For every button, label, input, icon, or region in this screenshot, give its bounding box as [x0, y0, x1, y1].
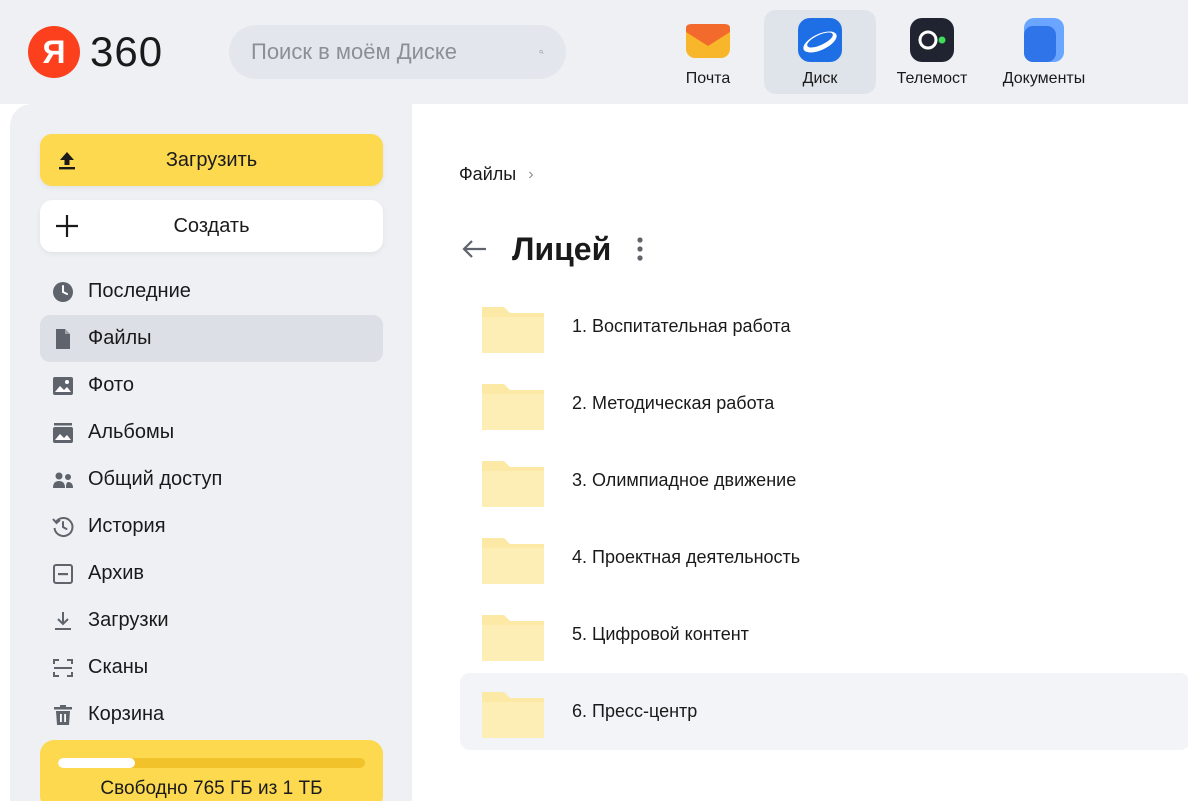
folder-icon — [482, 537, 544, 584]
sidebar-item-label: Общий доступ — [88, 468, 223, 490]
folder-row[interactable]: 3. Олимпиадное движение — [460, 442, 1188, 519]
folder-name: 2. Методическая работа — [572, 393, 775, 413]
clock-icon — [53, 281, 73, 302]
folder-name: 1. Воспитательная работа — [572, 316, 791, 336]
sidebar-item-label: Корзина — [88, 703, 165, 725]
storage-progress-bar — [58, 758, 365, 768]
sidebar-item-label: Последние — [88, 280, 191, 302]
folder-icon — [482, 691, 544, 738]
folder-name: 4. Проектная деятельность — [572, 547, 801, 567]
app-documents[interactable]: Документы — [988, 10, 1100, 94]
folder-row[interactable]: 2. Методическая работа — [460, 365, 1188, 442]
upload-icon — [59, 152, 75, 170]
sidebar-item-downloads[interactable]: Загрузки — [40, 597, 383, 644]
file-icon — [56, 328, 70, 349]
sidebar-item-label: Сканы — [88, 656, 149, 678]
app-switcher: Почта Диск Телемост Документы — [652, 10, 1100, 94]
sidebar-nav: Последние Файлы Фото Альбомы Общий досту… — [40, 268, 383, 738]
folder-row[interactable]: 5. Цифровой контент — [460, 596, 1188, 673]
create-button-label: Создать — [173, 214, 250, 237]
photo-icon — [53, 376, 73, 395]
create-button[interactable]: Создать — [40, 200, 383, 252]
documents-app-icon — [1024, 18, 1064, 62]
sidebar-item-label: История — [88, 515, 166, 537]
folder-name: 5. Цифровой контент — [572, 624, 749, 644]
storage-widget[interactable]: Свободно 765 ГБ из 1 ТБ — [40, 740, 383, 801]
plus-icon — [56, 215, 78, 237]
breadcrumb: Файлы › — [459, 164, 534, 185]
sidebar-item-photo[interactable]: Фото — [40, 362, 383, 409]
sidebar-item-label: Фото — [88, 374, 134, 396]
history-icon — [52, 516, 74, 537]
telemost-app-icon — [910, 18, 954, 62]
app-telemost[interactable]: Телемост — [876, 10, 988, 94]
sidebar-item-label: Загрузки — [88, 609, 169, 631]
shared-icon — [53, 472, 73, 488]
title-row: Лицей — [460, 226, 645, 272]
folder-icon — [482, 460, 544, 507]
search-box[interactable] — [229, 25, 566, 79]
yandex-logo-icon: Я — [28, 26, 80, 78]
sidebar-item-scans[interactable]: Сканы — [40, 644, 383, 691]
top-header: Я 360 Почта Диск — [0, 0, 1188, 104]
folder-row[interactable]: 4. Проектная деятельность — [460, 519, 1188, 596]
trash-icon — [54, 704, 72, 725]
mail-app-icon — [686, 24, 730, 58]
search-input[interactable] — [251, 39, 539, 65]
yandex-360-logo[interactable]: Я 360 — [28, 26, 163, 78]
breadcrumb-separator: › — [528, 165, 534, 183]
app-label-disk: Диск — [802, 70, 838, 87]
folder-list: 1. Воспитательная работа 2. Методическая… — [460, 288, 1188, 750]
folder-icon — [482, 383, 544, 430]
main-content: Файлы › Лицей 1. Воспитательная работа 2… — [412, 104, 1188, 801]
sidebar-item-history[interactable]: История — [40, 503, 383, 550]
page-title: Лицей — [512, 230, 612, 267]
sidebar-item-recent[interactable]: Последние — [40, 268, 383, 315]
album-icon — [53, 422, 73, 443]
archive-icon — [53, 563, 73, 584]
scan-icon — [53, 658, 73, 677]
sidebar-item-files[interactable]: Файлы — [40, 315, 383, 362]
upload-button[interactable]: Загрузить — [40, 134, 383, 186]
sidebar-item-albums[interactable]: Альбомы — [40, 409, 383, 456]
sidebar-item-archive[interactable]: Архив — [40, 550, 383, 597]
app-label-telemost: Телемост — [896, 70, 968, 87]
folder-icon — [482, 614, 544, 661]
folder-name: 6. Пресс-центр — [572, 701, 698, 721]
sidebar-item-trash[interactable]: Корзина — [40, 691, 383, 738]
sidebar-item-label: Архив — [88, 562, 145, 584]
folder-icon — [482, 306, 544, 353]
app-mail[interactable]: Почта — [652, 10, 764, 94]
folder-row[interactable]: 1. Воспитательная работа — [460, 288, 1188, 365]
logo-text: 360 — [90, 28, 164, 75]
sidebar-item-shared[interactable]: Общий доступ — [40, 456, 383, 503]
app-label-documents: Документы — [1002, 70, 1086, 87]
upload-button-label: Загрузить — [165, 148, 258, 171]
disk-app-icon — [798, 18, 842, 62]
storage-progress-fill — [58, 758, 135, 768]
app-disk[interactable]: Диск — [764, 10, 876, 94]
app-label-mail: Почта — [685, 70, 731, 87]
folder-row[interactable]: 6. Пресс-центр — [460, 673, 1188, 750]
search-icon[interactable] — [539, 39, 544, 65]
folder-name: 3. Олимпиадное движение — [572, 470, 797, 490]
download-icon — [55, 611, 71, 630]
arrow-left-icon[interactable] — [460, 234, 490, 264]
sidebar: Загрузить Создать Последние Файлы Фото А… — [10, 104, 412, 801]
storage-text: Свободно 765 ГБ из 1 ТБ — [100, 778, 323, 799]
sidebar-item-label: Файлы — [88, 327, 152, 349]
breadcrumb-item-files[interactable]: Файлы — [459, 164, 516, 185]
sidebar-item-label: Альбомы — [88, 421, 175, 443]
more-vertical-icon[interactable] — [635, 234, 645, 264]
